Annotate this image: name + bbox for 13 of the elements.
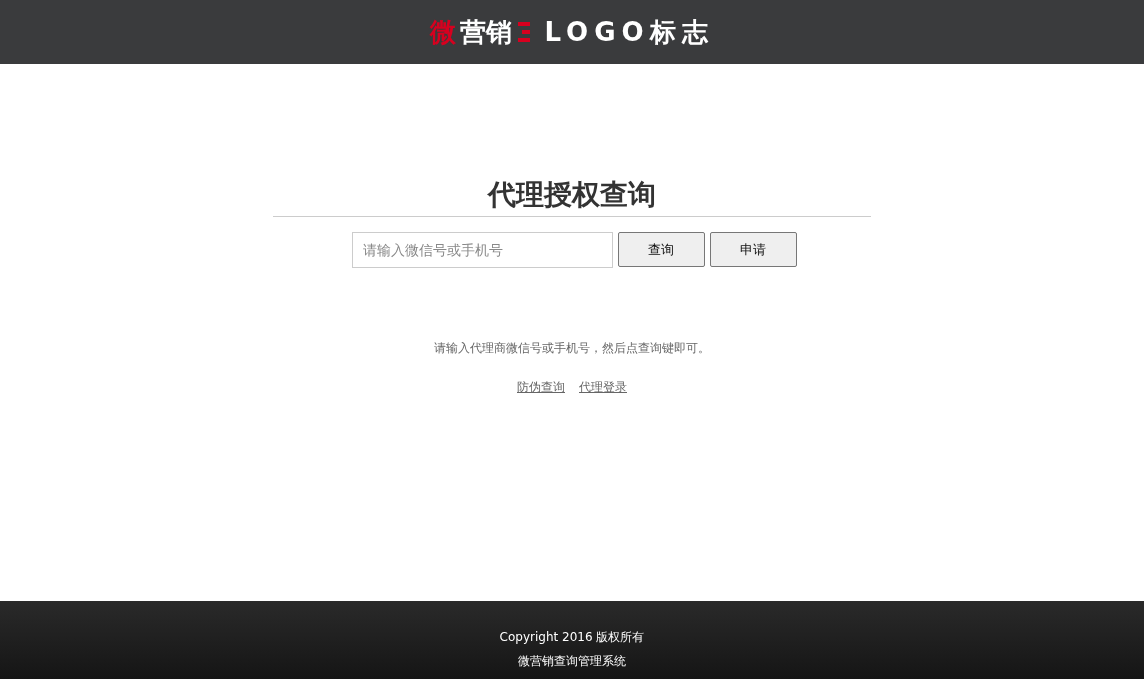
- logo-text: 营销: [460, 17, 513, 47]
- apply-button[interactable]: 申请: [709, 232, 797, 267]
- footer-text: Copyright 2016 版权所有: [499, 629, 645, 645]
- logo-bars-icon: [518, 21, 531, 43]
- logo-text: LOGO标志: [544, 17, 714, 47]
- page-title: 代理授权查询: [488, 177, 656, 213]
- footer-text: 微营销查询管理系统: [518, 653, 626, 669]
- footer-link[interactable]: 代理登录: [579, 379, 627, 396]
- hint-text: 请输入代理商微信号或手机号，然后点查询键即可。: [434, 340, 710, 356]
- footer-link[interactable]: 防伪查询: [517, 379, 565, 396]
- search-field[interactable]: 请输入微信号或手机号: [351, 232, 613, 268]
- logo-text: 微: [430, 17, 457, 47]
- query-button[interactable]: 查询: [617, 232, 705, 267]
